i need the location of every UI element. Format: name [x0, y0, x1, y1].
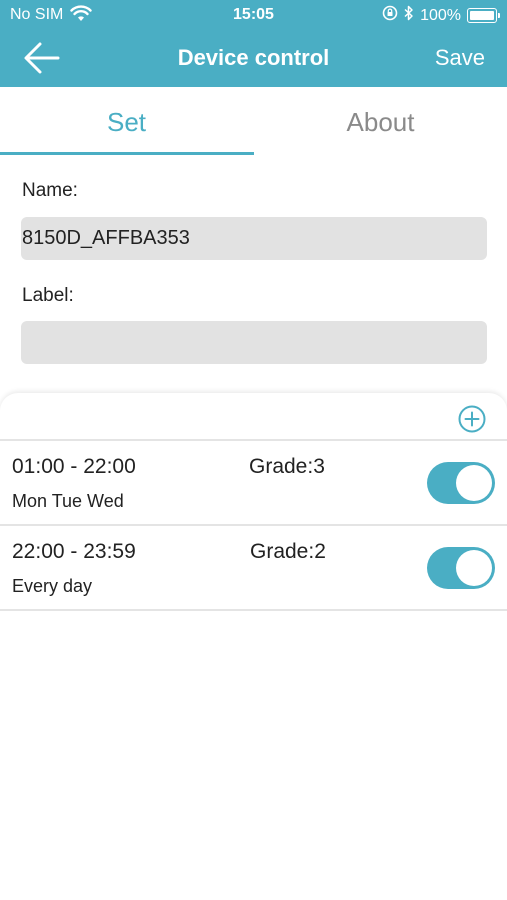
- schedule-toggle[interactable]: [427, 547, 495, 589]
- plus-circle-icon[interactable]: [458, 405, 486, 433]
- schedule-time: 01:00 - 22:00: [12, 455, 136, 478]
- save-button[interactable]: Save: [435, 45, 485, 71]
- nav-bar: Device control Save: [0, 30, 507, 87]
- schedule-row[interactable]: 22:00 - 23:59 Grade:2 Every day: [0, 526, 507, 610]
- battery-percent: 100%: [420, 6, 461, 24]
- schedule-grade: Grade:3: [249, 455, 325, 478]
- schedule-row[interactable]: 01:00 - 22:00 Grade:3 Mon Tue Wed: [0, 441, 507, 525]
- battery-fill: [470, 11, 494, 20]
- schedule-grade: Grade:2: [250, 540, 326, 563]
- schedule-days: Every day: [12, 576, 93, 596]
- orientation-lock-icon: [382, 5, 398, 26]
- schedule-days: Mon Tue Wed: [12, 491, 124, 511]
- battery-icon: [467, 8, 500, 23]
- toggle-knob: [456, 550, 492, 586]
- tab-set[interactable]: Set: [0, 87, 253, 155]
- name-label: Name:: [22, 180, 78, 201]
- bluetooth-icon: [404, 5, 414, 26]
- label-label: Label:: [22, 285, 74, 306]
- status-right: 100%: [382, 5, 500, 26]
- divider: [0, 609, 507, 611]
- toggle-knob: [456, 465, 492, 501]
- label-field[interactable]: [21, 321, 487, 364]
- tab-about[interactable]: About: [254, 87, 507, 155]
- app-header: No SIM 15:05 100% Device control Save: [0, 0, 507, 87]
- schedule-toggle[interactable]: [427, 462, 495, 504]
- active-tab-indicator: [0, 152, 254, 155]
- status-bar: No SIM 15:05 100%: [0, 0, 507, 30]
- schedule-time: 22:00 - 23:59: [12, 540, 136, 563]
- name-field[interactable]: [21, 217, 487, 260]
- schedule-panel: 01:00 - 22:00 Grade:3 Mon Tue Wed 22:00 …: [0, 393, 507, 900]
- tab-bar: Set About: [0, 87, 507, 157]
- page-title: Device control: [177, 45, 330, 70]
